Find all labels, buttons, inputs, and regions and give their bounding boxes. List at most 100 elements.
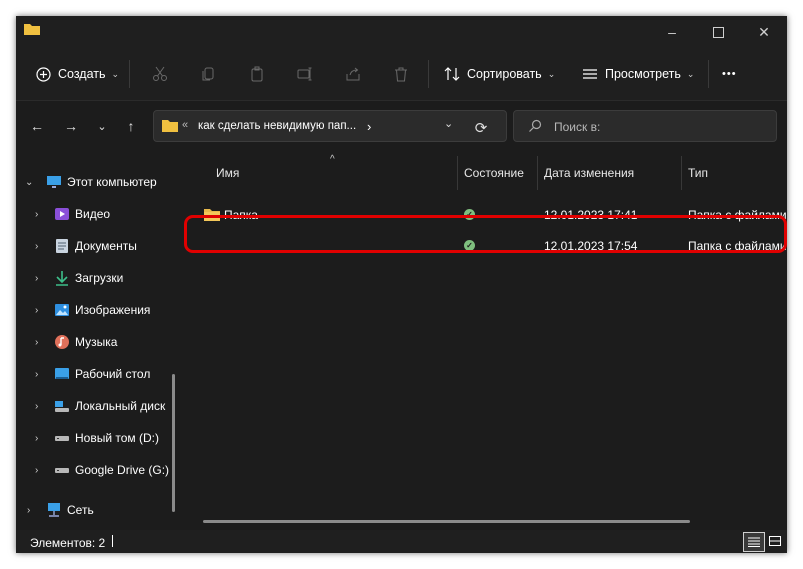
column-header-type[interactable]: Тип xyxy=(688,156,708,190)
copy-button[interactable] xyxy=(197,62,221,86)
chevron-right-icon[interactable]: › xyxy=(35,209,38,220)
sidebar-item-label: Документы xyxy=(75,239,137,253)
back-button[interactable]: ← xyxy=(24,113,50,139)
address-bar[interactable]: « как сделать невидимую пап... › ⌄ xyxy=(153,110,507,142)
chevron-down-icon: ⌄ xyxy=(111,68,120,79)
sidebar-scrollbar[interactable] xyxy=(172,374,175,512)
breadcrumb-separator-icon[interactable]: › xyxy=(367,119,371,134)
column-header-date[interactable]: Дата изменения xyxy=(544,156,634,190)
rename-button[interactable] xyxy=(293,62,317,86)
view-button[interactable]: Просмотреть ⌄ xyxy=(582,60,694,88)
title-bar: – ✕ xyxy=(16,16,787,48)
sidebar-item-documents[interactable]: › Документы xyxy=(16,232,180,260)
sidebar-item-this-pc[interactable]: ⌄ Этот компьютер xyxy=(16,168,180,196)
details-view-icon xyxy=(748,537,760,547)
sidebar-item-local-disk[interactable]: › Локальный диск xyxy=(16,392,180,420)
breadcrumb-current[interactable]: как сделать невидимую пап... xyxy=(198,120,356,132)
highlight-annotation xyxy=(184,215,787,253)
sidebar-item-desktop[interactable]: › Рабочий стол xyxy=(16,360,180,388)
toolbar-divider xyxy=(708,60,709,88)
sidebar-item-network[interactable]: › Сеть xyxy=(16,496,180,524)
arrow-right-icon: → xyxy=(64,118,78,134)
column-divider[interactable] xyxy=(681,156,682,190)
sidebar-item-drive-d[interactable]: › Новый том (D:) xyxy=(16,424,180,452)
chevron-right-icon[interactable]: › xyxy=(35,337,38,348)
sidebar-item-images[interactable]: › Изображения xyxy=(16,296,180,324)
toolbar-divider xyxy=(428,60,429,88)
sidebar-item-drive-g[interactable]: › Google Drive (G:) xyxy=(16,456,180,484)
minimize-button[interactable]: – xyxy=(649,16,695,48)
chevron-expanded-icon[interactable]: ⌄ xyxy=(25,177,33,188)
documents-icon xyxy=(56,239,68,253)
paste-button[interactable] xyxy=(245,62,269,86)
refresh-button[interactable]: ⟳ xyxy=(471,118,491,138)
arrow-left-icon: ← xyxy=(30,118,44,134)
plus-circle-icon xyxy=(36,66,51,82)
breadcrumb-overflow-icon[interactable]: « xyxy=(182,119,188,131)
search-icon xyxy=(529,119,542,132)
share-button[interactable] xyxy=(341,62,365,86)
forward-button[interactable]: → xyxy=(58,113,84,139)
chevron-right-icon[interactable]: › xyxy=(35,305,38,316)
chevron-right-icon[interactable]: › xyxy=(35,273,38,284)
sidebar-item-label: Google Drive (G:) xyxy=(75,463,170,477)
column-divider[interactable] xyxy=(457,156,458,190)
file-explorer-window: – ✕ Создать ⌄ Сортировать ⌄ Просмотреть … xyxy=(16,16,787,553)
recent-locations-button[interactable]: ⌄ xyxy=(89,113,115,139)
music-icon xyxy=(55,335,69,349)
tiles-view-button[interactable] xyxy=(765,532,785,550)
sidebar-item-label: Локальный диск xyxy=(75,399,166,413)
refresh-icon: ⟳ xyxy=(474,120,488,137)
more-options-button[interactable]: ••• xyxy=(722,60,737,88)
horizontal-scrollbar[interactable] xyxy=(203,520,690,523)
clipboard-icon xyxy=(251,66,263,82)
search-placeholder: Поиск в: xyxy=(554,120,601,134)
toolbar-divider xyxy=(129,60,130,88)
sidebar-item-label: Изображения xyxy=(75,303,151,317)
items-count: Элементов: 2 xyxy=(30,536,106,550)
sidebar-item-music[interactable]: › Музыка xyxy=(16,328,180,356)
copy-icon xyxy=(202,67,214,81)
create-label: Создать xyxy=(58,67,106,81)
rename-icon xyxy=(297,67,312,81)
sidebar-item-label: Этот компьютер xyxy=(67,175,157,189)
chevron-right-icon[interactable]: › xyxy=(35,241,38,252)
chevron-down-icon: ⌄ xyxy=(97,120,107,133)
close-button[interactable]: ✕ xyxy=(741,16,787,48)
chevron-down-icon: ⌄ xyxy=(547,68,556,79)
chevron-right-icon[interactable]: › xyxy=(27,505,30,516)
video-icon xyxy=(55,208,69,220)
sidebar-item-label: Сеть xyxy=(67,503,94,517)
drive-icon xyxy=(55,468,69,473)
status-bar: Элементов: 2 xyxy=(16,530,787,553)
sort-icon xyxy=(444,67,460,81)
share-icon xyxy=(346,67,360,81)
column-header-name[interactable]: Имя xyxy=(216,156,239,190)
desktop-icon xyxy=(55,368,69,379)
sort-label: Сортировать xyxy=(467,67,542,81)
cut-button[interactable] xyxy=(148,62,172,86)
navigation-pane: ⌄ Этот компьютер › Видео › Документы › З… xyxy=(16,156,180,530)
images-icon xyxy=(55,304,69,316)
column-header-status[interactable]: Состояние xyxy=(464,156,524,190)
maximize-button[interactable] xyxy=(695,16,741,48)
details-view-button[interactable] xyxy=(743,532,765,552)
sort-button[interactable]: Сортировать ⌄ xyxy=(444,60,555,88)
sort-ascending-icon: ^ xyxy=(330,154,335,165)
sidebar-item-video[interactable]: › Видео xyxy=(16,200,180,228)
tiles-view-icon xyxy=(769,536,781,546)
chevron-right-icon[interactable]: › xyxy=(35,369,38,380)
command-bar: Создать ⌄ Сортировать ⌄ Просмотреть ⌄ ••… xyxy=(16,48,787,101)
view-list-icon xyxy=(583,69,597,79)
create-button[interactable]: Создать ⌄ xyxy=(36,60,119,88)
chevron-right-icon[interactable]: › xyxy=(35,465,38,476)
status-divider xyxy=(112,535,113,547)
sidebar-item-downloads[interactable]: › Загрузки xyxy=(16,264,180,292)
column-divider[interactable] xyxy=(537,156,538,190)
chevron-right-icon[interactable]: › xyxy=(35,401,38,412)
search-box[interactable]: Поиск в: xyxy=(513,110,777,142)
chevron-right-icon[interactable]: › xyxy=(35,433,38,444)
up-button[interactable]: ↑ xyxy=(118,113,144,139)
address-history-button[interactable]: ⌄ xyxy=(444,117,453,130)
delete-button[interactable] xyxy=(389,62,413,86)
